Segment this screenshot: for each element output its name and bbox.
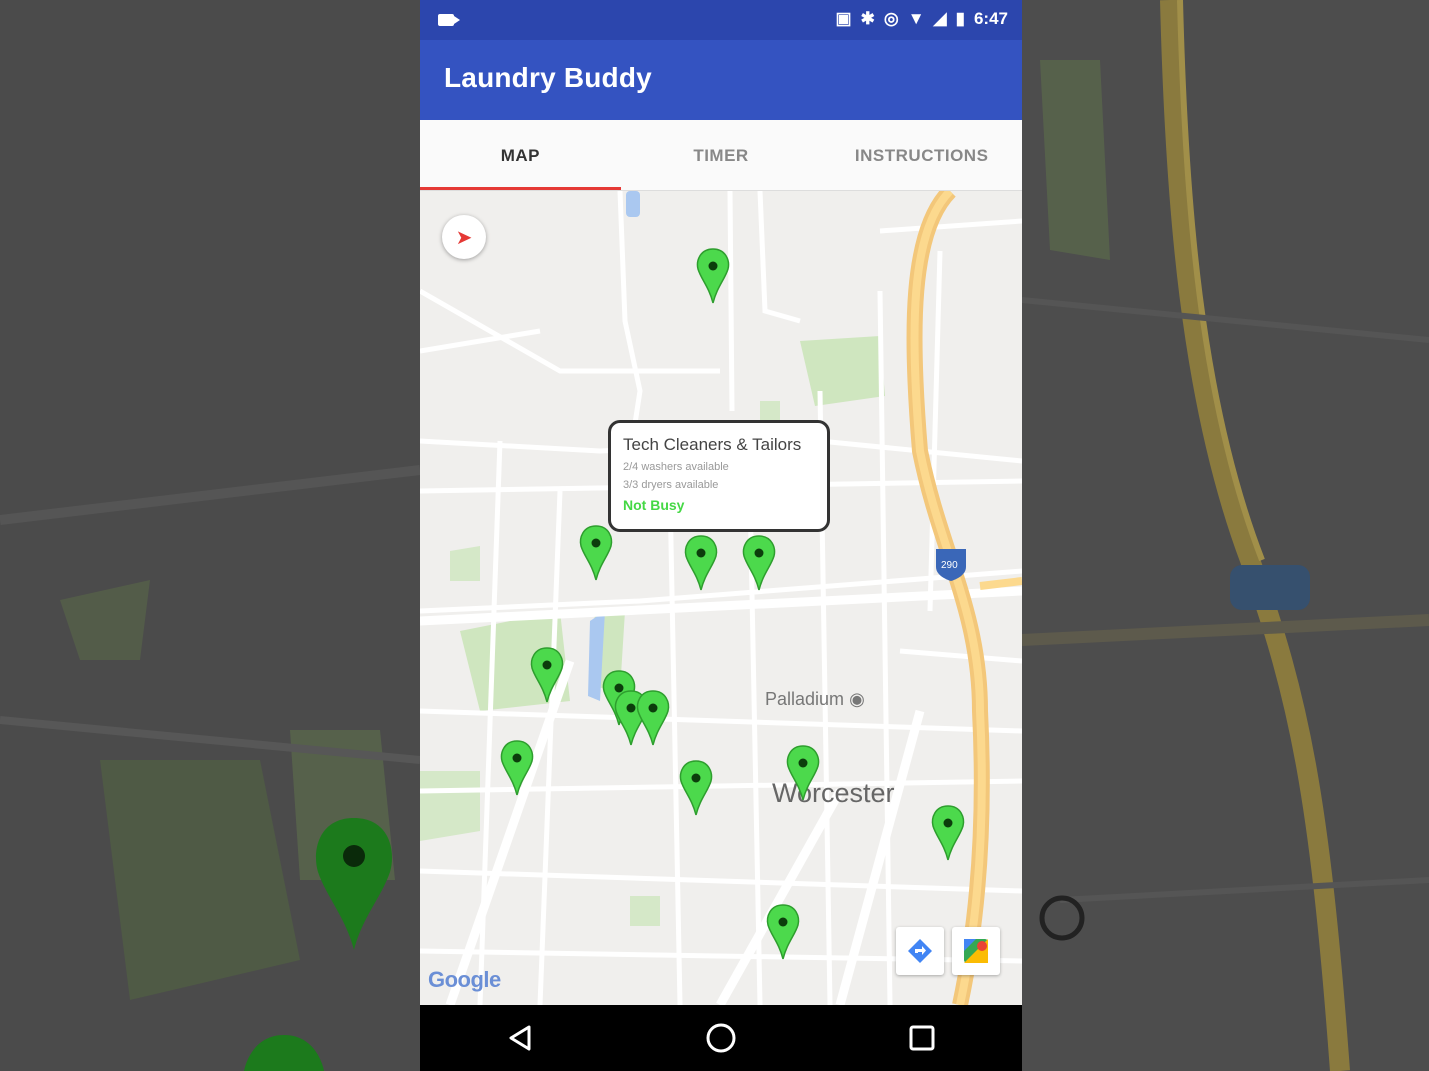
back-button[interactable] <box>490 1008 550 1068</box>
map-pin-icon <box>636 690 670 746</box>
laundromat-pin[interactable] <box>577 524 615 582</box>
sync-icon: ◎ <box>883 9 899 28</box>
status-time: 6:47 <box>973 9 1008 28</box>
info-window[interactable]: Tech Cleaners & Tailors 2/4 washers avai… <box>608 420 830 532</box>
info-window-status: Not Busy <box>623 497 685 513</box>
laundromat-pin[interactable] <box>634 689 672 747</box>
info-window-title: Tech Cleaners & Tailors <box>623 435 802 454</box>
map-pin-icon <box>766 904 800 960</box>
compass-icon: ➤ <box>455 226 473 249</box>
map-pin-icon <box>679 760 713 816</box>
map-roads: 290 <box>420 191 1022 1005</box>
directions-button[interactable] <box>896 927 944 975</box>
place-label-palladium: Palladium ◉ <box>765 689 865 709</box>
wifi-icon: ▼ <box>907 9 925 28</box>
map-pin-icon <box>684 535 718 591</box>
map-pin-icon <box>931 805 965 861</box>
landmark-icon: ◉ <box>849 689 865 709</box>
back-icon <box>509 1025 531 1051</box>
map-pin-icon <box>579 525 613 581</box>
map-pin-icon <box>786 745 820 801</box>
info-window-dryers: 3/3 dryers available <box>623 479 719 491</box>
video-icon <box>438 14 460 26</box>
laundromat-pin[interactable] <box>784 744 822 802</box>
laundromat-pin[interactable] <box>694 247 732 305</box>
status-bar: ▣ ✱ ◎ ▼ ◢ ▮ 6:47 <box>420 0 1022 40</box>
map-view[interactable]: 290 ➤ Palladium ◉ Worcester Tech Cleaner… <box>420 191 1022 1005</box>
phone-screen: ▣ ✱ ◎ ▼ ◢ ▮ 6:47 Laundry Buddy MAP TIMER… <box>420 0 1022 1071</box>
home-icon <box>706 1023 736 1053</box>
tab-map[interactable]: MAP <box>420 120 621 190</box>
laundromat-pin[interactable] <box>498 739 536 797</box>
laundromat-pin[interactable] <box>740 534 778 592</box>
maps-icon <box>964 939 988 963</box>
app-bar: Laundry Buddy <box>420 40 1022 120</box>
recents-button[interactable] <box>892 1008 952 1068</box>
compass-button[interactable]: ➤ <box>442 215 486 259</box>
recents-icon <box>909 1025 935 1051</box>
info-window-washers: 2/4 washers available <box>623 461 729 473</box>
tab-bar: MAP TIMER INSTRUCTIONS <box>420 120 1022 191</box>
open-in-maps-button[interactable] <box>952 927 1000 975</box>
home-button[interactable] <box>691 1008 751 1068</box>
vibrate-icon: ▣ <box>835 9 852 28</box>
laundromat-pin[interactable] <box>682 534 720 592</box>
map-pin-icon <box>500 740 534 796</box>
google-logo: Google <box>428 967 501 992</box>
signal-icon: ◢ <box>933 9 947 28</box>
tab-instructions[interactable]: INSTRUCTIONS <box>821 120 1022 190</box>
map-pin-icon <box>530 647 564 703</box>
svg-text:290: 290 <box>941 560 958 571</box>
laundromat-pin[interactable] <box>677 759 715 817</box>
laundromat-pin[interactable] <box>929 804 967 862</box>
tab-timer[interactable]: TIMER <box>621 120 822 190</box>
directions-icon <box>908 939 932 963</box>
map-pin-icon <box>742 535 776 591</box>
laundromat-pin[interactable] <box>528 646 566 704</box>
laundromat-pin[interactable] <box>764 903 802 961</box>
app-title: Laundry Buddy <box>444 62 652 93</box>
battery-icon: ▮ <box>955 9 965 28</box>
system-nav-bar <box>420 1005 1022 1071</box>
map-pin-icon <box>696 248 730 304</box>
bluetooth-icon: ✱ <box>860 9 875 28</box>
